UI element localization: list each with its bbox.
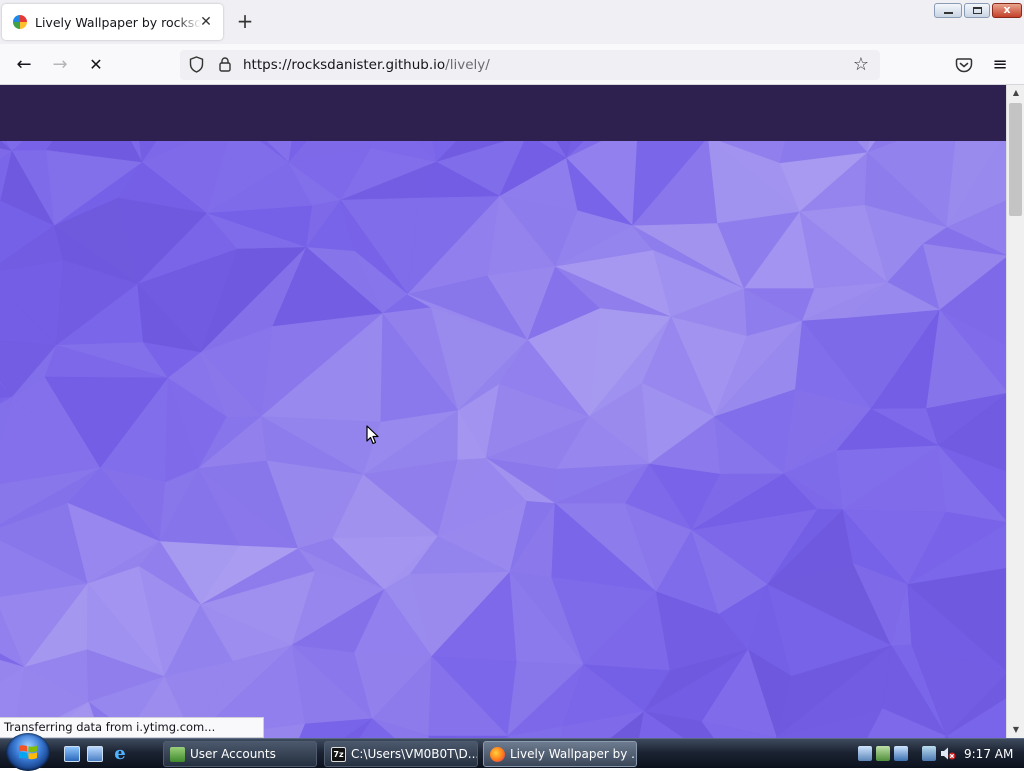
taskbar-item-7zip[interactable]: 7z C:\Users\VM0B0T\D... — [324, 741, 478, 767]
hero-lowpoly-background — [0, 141, 1006, 738]
stop-loading-button[interactable]: ✕ — [84, 54, 108, 76]
url-path: /lively/ — [445, 57, 490, 73]
minimize-icon — [944, 12, 953, 14]
close-icon: x — [1003, 3, 1011, 16]
window-close-button[interactable]: x — [992, 3, 1022, 18]
scroll-down-arrow-icon[interactable]: ▼ — [1007, 722, 1024, 738]
navigation-toolbar: ← → ✕ https://rocksdanister.github.io/li… — [0, 44, 1024, 85]
taskbar-item-label: Lively Wallpaper by ... — [510, 747, 637, 761]
start-button[interactable] — [6, 733, 50, 771]
site-header — [0, 85, 1006, 141]
network-icon[interactable] — [922, 746, 936, 761]
show-desktop-icon[interactable] — [64, 746, 80, 762]
7zip-icon: 7z — [331, 747, 346, 762]
tab-title: Lively Wallpaper by rocksdanister — [35, 14, 201, 30]
tray-app-icon[interactable] — [894, 746, 908, 761]
taskbar-item-label: C:\Users\VM0B0T\D... — [351, 747, 478, 761]
site-favicon-icon — [13, 15, 27, 29]
volume-muted-icon[interactable] — [940, 746, 956, 761]
lowpoly-pattern-image — [0, 141, 1006, 738]
taskbar-item-label: User Accounts — [190, 747, 276, 761]
user-accounts-icon — [170, 747, 185, 762]
tab-lively-wallpaper[interactable]: Lively Wallpaper by rocksdanister ✕ — [2, 4, 223, 40]
system-tray: 9:17 AM — [848, 739, 1024, 769]
bookmark-star-icon[interactable]: ☆ — [850, 54, 872, 76]
internet-explorer-icon[interactable]: e — [110, 744, 130, 764]
scroll-thumb[interactable] — [1009, 103, 1022, 216]
taskbar-item-firefox[interactable]: Lively Wallpaper by ... — [483, 741, 637, 767]
windows-flag-icon — [19, 745, 37, 760]
tab-strip: Lively Wallpaper by rocksdanister ✕ + x — [0, 0, 1024, 44]
back-button[interactable]: ← — [12, 54, 36, 76]
windows-taskbar: e User Accounts 7z C:\Users\VM0B0T\D... … — [0, 733, 1024, 771]
address-bar[interactable]: https://rocksdanister.github.io/lively/ … — [180, 50, 880, 80]
new-tab-button[interactable]: + — [234, 11, 256, 33]
forward-button[interactable]: → — [48, 54, 72, 76]
firefox-icon — [490, 747, 505, 762]
url-text[interactable]: https://rocksdanister.github.io/lively/ — [243, 57, 490, 73]
taskbar-item-user-accounts[interactable]: User Accounts — [163, 741, 317, 767]
vertical-scrollbar[interactable]: ▲ ▼ — [1006, 85, 1024, 738]
pocket-button[interactable] — [952, 54, 976, 76]
page-viewport[interactable] — [0, 85, 1006, 738]
tracking-protection-shield-icon[interactable] — [189, 56, 204, 73]
tray-app-icon[interactable] — [876, 746, 890, 761]
secure-lock-icon[interactable] — [219, 57, 231, 72]
app-menu-button[interactable]: ≡ — [988, 54, 1012, 76]
mouse-pointer-icon — [366, 425, 379, 445]
url-host: https://rocksdanister.github.io — [243, 57, 446, 73]
scroll-up-arrow-icon[interactable]: ▲ — [1007, 85, 1024, 101]
pocket-icon — [955, 58, 973, 73]
window-minimize-button[interactable] — [934, 3, 962, 18]
taskbar-clock[interactable]: 9:17 AM — [964, 739, 1013, 769]
tray-app-icon[interactable] — [858, 746, 872, 761]
status-panel: Transferring data from i.ytimg.com... — [0, 717, 264, 738]
switch-windows-icon[interactable] — [87, 746, 103, 762]
tab-close-icon[interactable]: ✕ — [197, 13, 215, 31]
window-maximize-button[interactable] — [964, 3, 990, 18]
restore-icon — [973, 7, 982, 14]
